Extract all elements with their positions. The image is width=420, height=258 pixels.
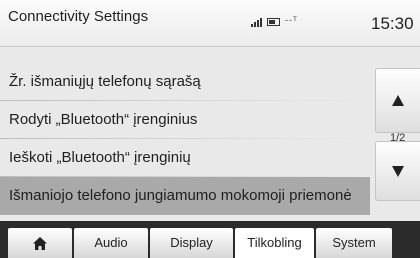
list-item-label: Išmaniojo telefono jungiamumo mokomoji p…	[9, 187, 352, 204]
list-item-label: Rodyti „Bluetooth“ įrenginius	[9, 111, 198, 128]
tab-tilkobling[interactable]: Tilkobling	[235, 228, 314, 258]
triangle-up-icon	[392, 95, 404, 106]
header-bar: Connectivity Settings --ᵀ 15:30	[0, 0, 420, 45]
list-item-search-bluetooth-devices[interactable]: Ieškoti „Bluetooth“ įrenginių	[0, 139, 370, 177]
scroll-down-button[interactable]	[375, 141, 420, 201]
triangle-down-icon	[392, 165, 404, 177]
network-indicator: --ᵀ	[285, 15, 298, 25]
tab-home[interactable]	[8, 228, 72, 258]
tab-bar: Audio Display Tilkobling System	[0, 221, 420, 258]
clock: 15:30	[371, 14, 414, 33]
list-item-smartphone-list[interactable]: Žr. išmaniųjų telefonų sąrašą	[0, 63, 370, 101]
tab-system[interactable]: System	[316, 228, 392, 258]
header-divider	[0, 46, 420, 47]
list-item-label: Ieškoti „Bluetooth“ įrenginių	[9, 149, 191, 166]
list-item-connectivity-tutorial[interactable]: Išmaniojo telefono jungiamumo mokomoji p…	[0, 177, 370, 215]
settings-list: Žr. išmaniųjų telefonų sąrašą Rodyti „Bl…	[0, 63, 370, 215]
tab-audio[interactable]: Audio	[74, 228, 148, 258]
scroll-up-button[interactable]	[375, 68, 420, 133]
tab-display[interactable]: Display	[150, 228, 233, 258]
list-item-show-bluetooth-devices[interactable]: Rodyti „Bluetooth“ įrenginius	[0, 101, 370, 139]
list-item-label: Žr. išmaniųjų telefonų sąrašą	[9, 73, 201, 90]
signal-icon	[251, 18, 262, 27]
home-icon	[33, 236, 47, 250]
battery-icon	[267, 18, 280, 26]
status-area: --ᵀ	[251, 15, 298, 27]
page-title: Connectivity Settings	[8, 8, 149, 25]
